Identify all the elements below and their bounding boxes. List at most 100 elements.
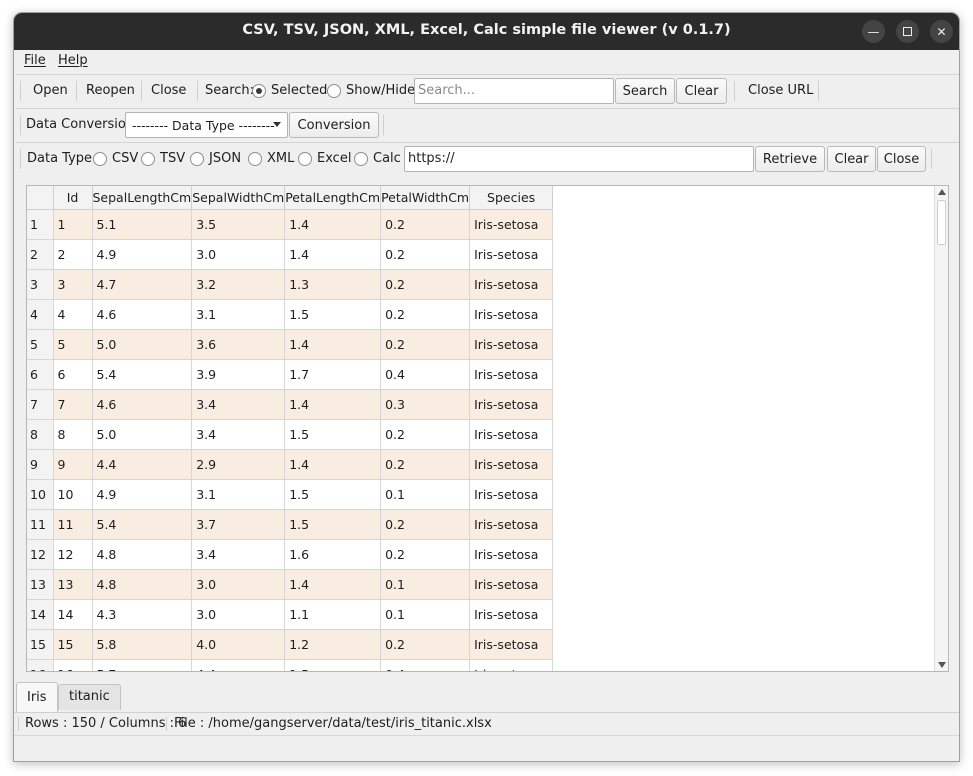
table-cell[interactable]: 0.1 (380, 599, 471, 630)
table-cell[interactable]: 1.5 (284, 509, 382, 540)
row-number[interactable]: 4 (27, 299, 54, 330)
table-cell[interactable]: Iris-setosa (469, 629, 554, 660)
table-cell[interactable]: 1.7 (284, 359, 382, 390)
table-cell[interactable]: 1.5 (284, 479, 382, 510)
reopen-button[interactable]: Reopen (86, 83, 135, 98)
table-cell[interactable]: 5.0 (92, 419, 193, 450)
table-cell[interactable]: 0.2 (380, 629, 471, 660)
table-cell[interactable]: 3.0 (191, 239, 286, 270)
menu-help[interactable]: Help (58, 53, 88, 68)
table-row[interactable]: 2 2 4.9 3.0 1.4 0.2 Iris-setosa (27, 239, 554, 270)
table-cell[interactable]: Iris-setosa (469, 569, 554, 600)
table-cell[interactable]: Iris-setosa (469, 389, 554, 420)
table-cell[interactable]: 0.2 (380, 209, 471, 240)
table-cell[interactable]: Iris-setosa (469, 599, 554, 630)
open-button[interactable]: Open (33, 83, 68, 98)
table-cell[interactable]: 4.8 (92, 569, 193, 600)
table-cell[interactable]: 3.4 (191, 419, 286, 450)
table-cell[interactable]: Iris-setosa (469, 539, 554, 570)
table-cell[interactable]: Iris-setosa (469, 479, 554, 510)
table-cell[interactable]: 5 (53, 329, 93, 360)
table-cell[interactable]: 6 (53, 359, 93, 390)
table-cell[interactable]: Iris-setosa (469, 299, 554, 330)
table-cell[interactable]: 0.1 (380, 479, 471, 510)
column-header[interactable]: Species (469, 186, 554, 210)
table-cell[interactable]: 5.0 (92, 329, 193, 360)
clear-url-button[interactable]: Clear (827, 146, 876, 172)
table-cell[interactable]: 1.4 (284, 569, 382, 600)
data-type-select[interactable]: -------- Data Type -------- (125, 112, 288, 138)
table-cell[interactable]: Iris-setosa (469, 359, 554, 390)
table-cell[interactable]: 1.4 (284, 449, 382, 480)
tab-iris[interactable]: Iris (16, 682, 58, 712)
table-cell[interactable]: 1.4 (284, 239, 382, 270)
table-cell[interactable]: 3.0 (191, 599, 286, 630)
table-cell[interactable]: 16 (53, 659, 93, 671)
table-cell[interactable]: 1.4 (284, 389, 382, 420)
menu-file[interactable]: File (24, 53, 46, 68)
row-number[interactable]: 9 (27, 449, 54, 480)
close-url-input-button[interactable]: Close (877, 146, 926, 172)
close-url-button[interactable]: Close URL (748, 83, 813, 98)
row-number[interactable]: 10 (27, 479, 54, 510)
close-window-button[interactable]: ✕ (930, 20, 953, 43)
radio-selected[interactable] (252, 84, 266, 98)
table-cell[interactable]: 2 (53, 239, 93, 270)
table-cell[interactable]: 9 (53, 449, 93, 480)
row-number[interactable]: 2 (27, 239, 54, 270)
table-cell[interactable]: 0.2 (380, 329, 471, 360)
radio-show-hide[interactable] (327, 84, 341, 98)
table-cell[interactable]: 3.9 (191, 359, 286, 390)
table-row[interactable]: 8 8 5.0 3.4 1.5 0.2 Iris-setosa (27, 419, 554, 450)
table-cell[interactable]: 10 (53, 479, 93, 510)
table-cell[interactable]: 3.4 (191, 389, 286, 420)
table-cell[interactable]: 15 (53, 629, 93, 660)
table-cell[interactable]: 5.8 (92, 629, 193, 660)
table-cell[interactable]: 1.1 (284, 599, 382, 630)
table-cell[interactable]: 0.2 (380, 299, 471, 330)
column-header[interactable]: PetalLengthCm (284, 186, 382, 210)
table-cell[interactable]: 8 (53, 419, 93, 450)
radio-excel[interactable] (298, 152, 312, 166)
row-number[interactable]: 3 (27, 269, 54, 300)
table-cell[interactable]: 1.5 (284, 299, 382, 330)
data-table[interactable]: Id SepalLengthCm SepalWidthCm PetalLengt… (26, 185, 949, 672)
table-cell[interactable]: 0.1 (380, 569, 471, 600)
table-cell[interactable]: 4.9 (92, 479, 193, 510)
table-cell[interactable]: 3.5 (191, 209, 286, 240)
table-cell[interactable]: Iris-setosa (469, 449, 554, 480)
table-cell[interactable]: 4.4 (92, 449, 193, 480)
table-cell[interactable]: 1 (53, 209, 93, 240)
table-cell[interactable]: 5.4 (92, 359, 193, 390)
table-cell[interactable]: 4.6 (92, 299, 193, 330)
table-row[interactable]: 3 3 4.7 3.2 1.3 0.2 Iris-setosa (27, 269, 554, 300)
table-cell[interactable]: 4 (53, 299, 93, 330)
table-cell[interactable]: Iris-setosa (469, 209, 554, 240)
table-cell[interactable]: 3.7 (191, 509, 286, 540)
table-cell[interactable]: 3.0 (191, 569, 286, 600)
row-number[interactable]: 1 (27, 209, 54, 240)
table-cell[interactable]: 3.6 (191, 329, 286, 360)
conversion-button[interactable]: Conversion (289, 112, 379, 138)
table-cell[interactable]: 1.4 (284, 209, 382, 240)
table-cell[interactable]: 1.2 (284, 629, 382, 660)
table-row[interactable]: 15 15 5.8 4.0 1.2 0.2 Iris-setosa (27, 629, 554, 660)
table-cell[interactable]: 5.4 (92, 509, 193, 540)
table-cell[interactable]: 2.9 (191, 449, 286, 480)
table-cell[interactable]: 4.3 (92, 599, 193, 630)
table-cell[interactable]: 7 (53, 389, 93, 420)
table-row[interactable]: 13 13 4.8 3.0 1.4 0.1 Iris-setosa (27, 569, 554, 600)
table-row[interactable]: 12 12 4.8 3.4 1.6 0.2 Iris-setosa (27, 539, 554, 570)
table-cell[interactable]: 11 (53, 509, 93, 540)
table-cell[interactable]: 5.1 (92, 209, 193, 240)
table-row[interactable]: 6 6 5.4 3.9 1.7 0.4 Iris-setosa (27, 359, 554, 390)
radio-calc[interactable] (354, 152, 368, 166)
table-row[interactable]: 4 4 4.6 3.1 1.5 0.2 Iris-setosa (27, 299, 554, 330)
row-number[interactable]: 11 (27, 509, 54, 540)
row-number[interactable]: 8 (27, 419, 54, 450)
table-row[interactable]: 10 10 4.9 3.1 1.5 0.1 Iris-setosa (27, 479, 554, 510)
table-cell[interactable]: 0.2 (380, 539, 471, 570)
row-number[interactable]: 13 (27, 569, 54, 600)
table-cell[interactable]: 4.7 (92, 269, 193, 300)
table-row[interactable]: 11 11 5.4 3.7 1.5 0.2 Iris-setosa (27, 509, 554, 540)
